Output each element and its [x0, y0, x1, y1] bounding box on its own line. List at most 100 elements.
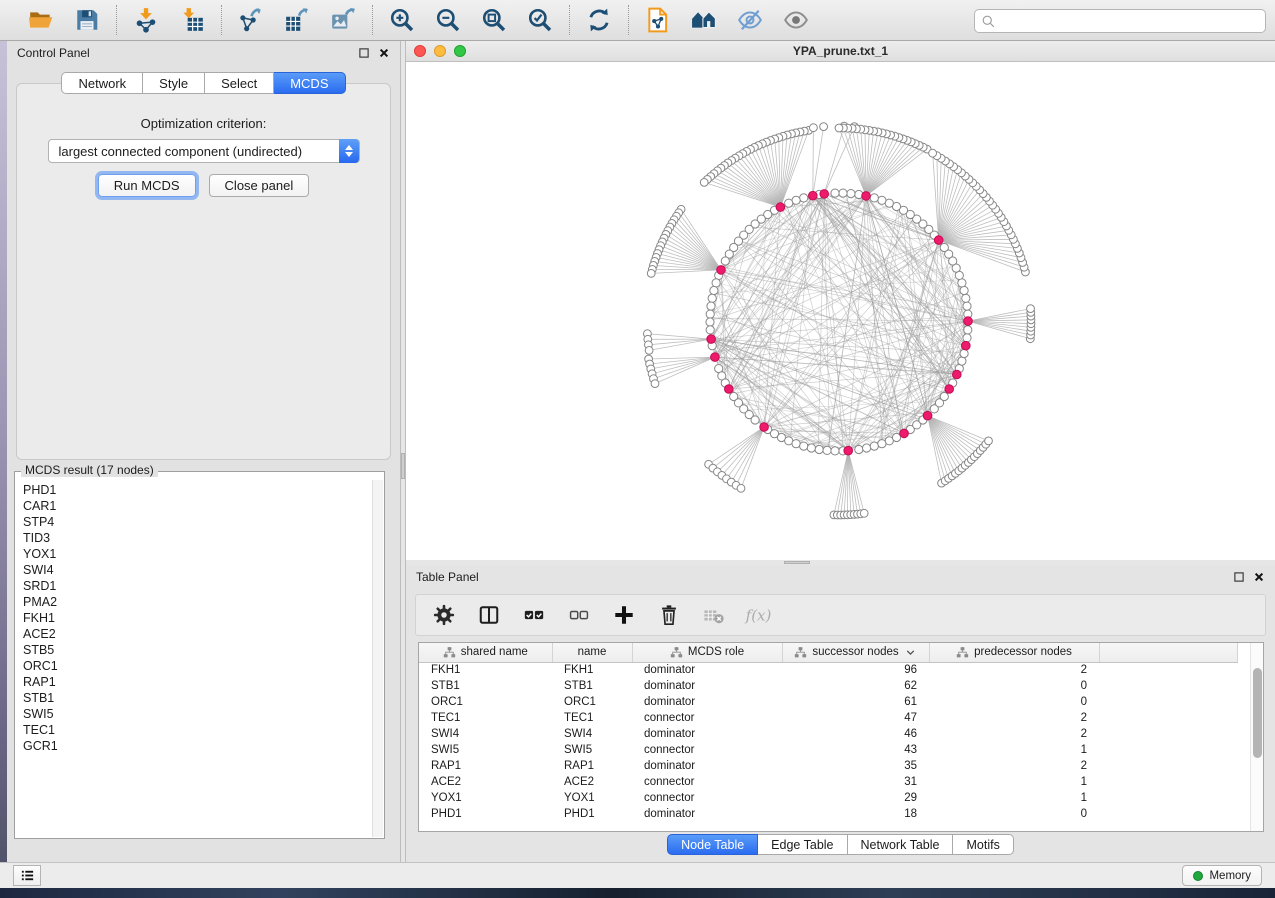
- ring-node[interactable]: [839, 189, 847, 197]
- import-network-button[interactable]: [131, 5, 161, 35]
- cell[interactable]: dominator: [632, 726, 782, 742]
- column-header-successor-nodes[interactable]: successor nodes: [782, 643, 929, 662]
- cell[interactable]: dominator: [632, 806, 782, 822]
- ring-node[interactable]: [807, 444, 815, 452]
- cell[interactable]: 2: [929, 726, 1099, 742]
- mcds-result-item[interactable]: RAP1: [23, 674, 372, 690]
- cell[interactable]: RAP1: [419, 758, 552, 774]
- cell[interactable]: 29: [782, 790, 929, 806]
- columns-button[interactable]: [474, 600, 504, 630]
- mcds-result-list[interactable]: PHD1CAR1STP4TID3YOX1SWI4SRD1PMA2FKH1ACE2…: [16, 480, 372, 837]
- ring-node[interactable]: [706, 318, 714, 326]
- ring-node[interactable]: [785, 199, 793, 207]
- ring-node[interactable]: [940, 392, 948, 400]
- tab-mcds[interactable]: MCDS: [274, 72, 345, 94]
- table-row[interactable]: PHD1PHD1dominator180: [419, 806, 1237, 822]
- cell[interactable]: ORC1: [419, 694, 552, 710]
- ring-node[interactable]: [831, 447, 839, 455]
- cell[interactable]: 1: [929, 790, 1099, 806]
- cell[interactable]: 0: [929, 694, 1099, 710]
- mcds-hub-node[interactable]: [862, 192, 871, 201]
- cell[interactable]: 46: [782, 726, 929, 742]
- ring-node[interactable]: [708, 294, 716, 302]
- tab-network-table[interactable]: Network Table: [848, 834, 954, 855]
- cell[interactable]: [1099, 710, 1237, 726]
- ring-node[interactable]: [960, 286, 968, 294]
- cell[interactable]: 61: [782, 694, 929, 710]
- cell[interactable]: ACE2: [419, 774, 552, 790]
- cell[interactable]: FKH1: [419, 662, 552, 678]
- ring-node[interactable]: [960, 349, 968, 357]
- ring-node[interactable]: [751, 416, 759, 424]
- tab-network[interactable]: Network: [61, 72, 143, 94]
- mcds-hub-node[interactable]: [964, 317, 973, 326]
- mcds-hub-node[interactable]: [820, 190, 829, 199]
- ring-node[interactable]: [958, 357, 966, 365]
- cell[interactable]: [1099, 758, 1237, 774]
- cell[interactable]: connector: [632, 790, 782, 806]
- cell[interactable]: ACE2: [552, 774, 632, 790]
- mcds-result-item[interactable]: GCR1: [23, 738, 372, 754]
- cell[interactable]: dominator: [632, 694, 782, 710]
- cell[interactable]: 35: [782, 758, 929, 774]
- cell[interactable]: 1: [929, 774, 1099, 790]
- ring-node[interactable]: [870, 194, 878, 202]
- ring-node[interactable]: [706, 310, 714, 318]
- ring-node[interactable]: [962, 294, 970, 302]
- cell[interactable]: PHD1: [419, 806, 552, 822]
- ring-node[interactable]: [870, 442, 878, 450]
- mcds-result-item[interactable]: ACE2: [23, 626, 372, 642]
- cell[interactable]: RAP1: [552, 758, 632, 774]
- cell[interactable]: [1099, 662, 1237, 678]
- ring-node[interactable]: [800, 194, 808, 202]
- mcds-hub-node[interactable]: [717, 266, 726, 275]
- mcds-hub-node[interactable]: [760, 423, 769, 432]
- mcds-hub-node[interactable]: [923, 411, 932, 420]
- table-row[interactable]: TEC1TEC1connector472: [419, 710, 1237, 726]
- mcds-result-item[interactable]: ORC1: [23, 658, 372, 674]
- leaf-node[interactable]: [651, 380, 659, 388]
- tab-select[interactable]: Select: [205, 72, 274, 94]
- cell[interactable]: 1: [929, 742, 1099, 758]
- mcds-list-scrollbar[interactable]: [372, 480, 383, 837]
- zoom-in-button[interactable]: [387, 5, 417, 35]
- cell[interactable]: 0: [929, 806, 1099, 822]
- cell[interactable]: dominator: [632, 678, 782, 694]
- export-network-button[interactable]: [236, 5, 266, 35]
- table-row[interactable]: SWI5SWI5connector431: [419, 742, 1237, 758]
- mcds-hub-node[interactable]: [962, 341, 971, 350]
- cell[interactable]: [1099, 742, 1237, 758]
- cell[interactable]: TEC1: [419, 710, 552, 726]
- task-history-button[interactable]: [13, 865, 41, 886]
- cell[interactable]: [1099, 790, 1237, 806]
- cell[interactable]: connector: [632, 710, 782, 726]
- horizontal-splitter-handle[interactable]: [784, 561, 810, 564]
- cell[interactable]: 31: [782, 774, 929, 790]
- ring-node[interactable]: [831, 189, 839, 197]
- mcds-result-item[interactable]: STB5: [23, 642, 372, 658]
- cell[interactable]: SWI5: [552, 742, 632, 758]
- refresh-button[interactable]: [584, 5, 614, 35]
- cell[interactable]: SWI5: [419, 742, 552, 758]
- compare-networks-button[interactable]: [689, 5, 719, 35]
- leaf-node[interactable]: [835, 124, 843, 132]
- mcds-hub-node[interactable]: [725, 385, 734, 394]
- cell[interactable]: 18: [782, 806, 929, 822]
- hide-graphics-details-button[interactable]: [735, 5, 765, 35]
- ring-node[interactable]: [958, 279, 966, 287]
- cell[interactable]: SWI4: [552, 726, 632, 742]
- tab-node-table[interactable]: Node Table: [667, 834, 758, 855]
- run-mcds-button[interactable]: Run MCDS: [98, 174, 196, 197]
- cell[interactable]: connector: [632, 742, 782, 758]
- search-box[interactable]: [974, 9, 1266, 33]
- zoom-selected-button[interactable]: [525, 5, 555, 35]
- leaf-node[interactable]: [860, 509, 868, 517]
- cell[interactable]: STB1: [552, 678, 632, 694]
- cell[interactable]: TEC1: [552, 710, 632, 726]
- mcds-result-item[interactable]: STB1: [23, 690, 372, 706]
- ring-node[interactable]: [892, 433, 900, 441]
- mcds-hub-node[interactable]: [844, 446, 853, 455]
- cell[interactable]: [1099, 774, 1237, 790]
- mcds-result-item[interactable]: TEC1: [23, 722, 372, 738]
- delete-button[interactable]: [654, 600, 684, 630]
